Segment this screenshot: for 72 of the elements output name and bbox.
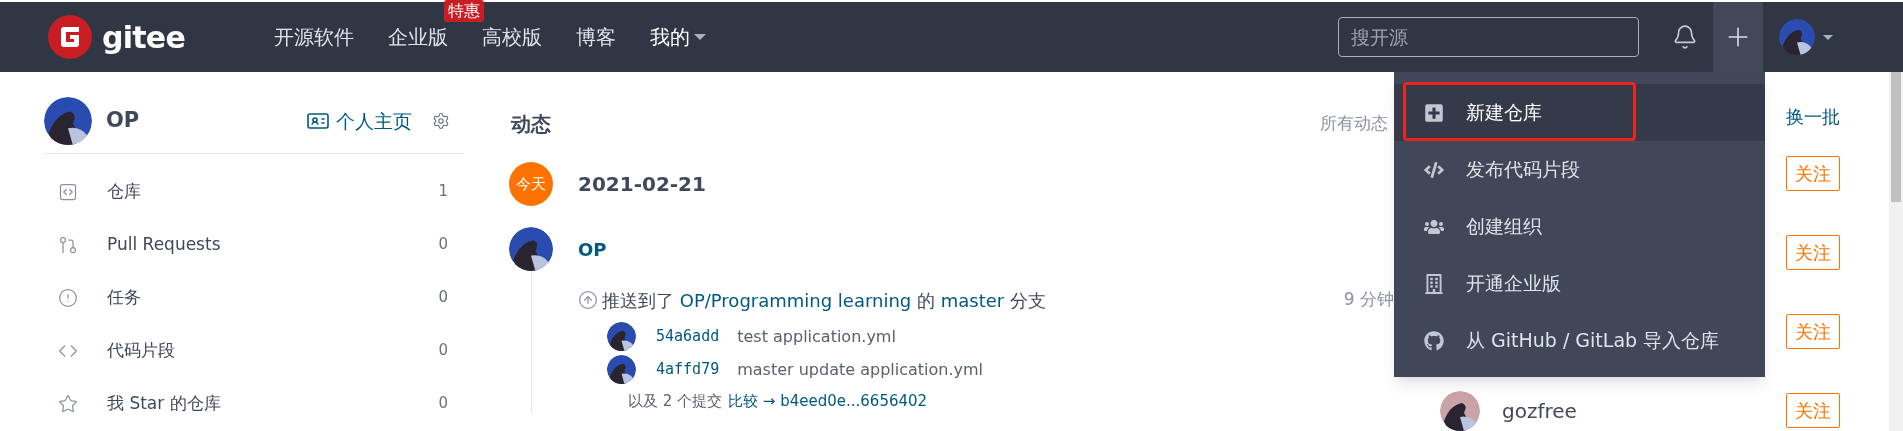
pull-request-icon (58, 234, 78, 255)
sidebar-item[interactable]: 代码片段 0 (44, 324, 464, 377)
sidebar-item-label: 代码片段 (107, 338, 175, 362)
commit-hash[interactable]: 4affd79 (656, 358, 720, 381)
badge: 特惠 (444, 0, 484, 22)
sidebar-item-label: 任务 (107, 285, 141, 309)
profile-link[interactable]: 个人主页 (306, 106, 412, 136)
sidebar-item-label: Pull Requests (107, 232, 221, 256)
search-field[interactable]: 搜开源 (1338, 17, 1639, 57)
user-link[interactable]: OP (578, 235, 607, 263)
star-icon (58, 393, 78, 414)
today-badge: 今天 (509, 162, 553, 206)
nav-link[interactable]: 企业版 (388, 22, 448, 52)
menu-item-label: 新建仓库 (1466, 100, 1542, 126)
menu-item-label: 开通企业版 (1466, 271, 1561, 297)
avatar (607, 322, 636, 351)
more-commits: 以及 2 个提交 (628, 391, 723, 412)
commit-message: master update application.yml (737, 358, 984, 381)
settings-icon[interactable] (432, 112, 450, 130)
sidebar-item-label: 我 Star 的仓库 (107, 391, 221, 415)
section-title: 动态 (511, 111, 551, 138)
sidebar-item-label: 仓库 (107, 179, 141, 203)
menu-item[interactable]: 开通企业版 (1394, 255, 1765, 312)
item-count: 1 (438, 181, 448, 203)
event-time: 9 分钟 (1343, 288, 1394, 312)
building-icon (1424, 273, 1444, 294)
avatar (44, 97, 92, 145)
sidebar-item[interactable]: 仓库 1 (44, 165, 464, 218)
menu-item[interactable]: 创建组织 (1394, 198, 1765, 255)
caret-icon (694, 34, 706, 40)
sidebar-item[interactable]: 任务 0 (44, 271, 464, 324)
repo-link[interactable]: OP/Programming learning (679, 289, 912, 311)
item-count: 0 (438, 287, 448, 309)
code-icon (58, 181, 78, 202)
menu-item-label: 发布代码片段 (1466, 157, 1580, 183)
menu-item-label: 创建组织 (1466, 214, 1542, 240)
scrollbar[interactable] (1889, 72, 1903, 431)
branch-link[interactable]: master (940, 289, 1005, 311)
avatar (1440, 390, 1480, 431)
push-summary: 推送到了 OP/Programming learning 的 master 分支 (602, 288, 1046, 313)
item-count: 0 (438, 393, 448, 415)
nav-link[interactable]: 博客 (576, 22, 616, 52)
user-menu-button[interactable] (1779, 19, 1833, 55)
menu-item-label: 从 GitHub / GitLab 导入仓库 (1466, 328, 1720, 354)
date-heading: 2021-02-21 (578, 171, 706, 198)
nav-link[interactable]: 高校版 (482, 22, 542, 52)
menu-item[interactable]: 发布代码片段 (1394, 141, 1765, 198)
menu-item[interactable]: 从 GitHub / GitLab 导入仓库 (1394, 312, 1765, 369)
bell-icon (1672, 24, 1698, 50)
nav-link[interactable]: 我的 (650, 22, 706, 52)
refresh-link[interactable]: 换一批 (1786, 96, 1840, 136)
compare-link[interactable]: 比较 → b4eed0e...6656402 (728, 390, 928, 413)
item-count: 0 (438, 234, 448, 256)
logo-text: gitee (102, 18, 186, 57)
avatar (607, 355, 636, 384)
avatar (1779, 19, 1815, 55)
sidebar-item[interactable]: Pull Requests 0 (44, 218, 464, 271)
user-link[interactable]: gozfree (1502, 395, 1577, 426)
commit-hash[interactable]: 54a6add (656, 325, 720, 348)
push-icon (578, 290, 598, 310)
user-name: OP (106, 107, 140, 135)
avatar (509, 227, 553, 271)
code-icon (1424, 159, 1444, 180)
nav-link[interactable]: 开源软件 (274, 22, 354, 52)
menu-item[interactable]: 新建仓库 (1394, 84, 1765, 141)
github-icon (1424, 330, 1444, 351)
commit-message: test application.yml (737, 325, 896, 348)
logo-icon (48, 15, 92, 59)
item-count: 0 (438, 340, 448, 362)
plus-icon (1424, 102, 1444, 123)
sidebar-item[interactable]: 我 Star 的仓库 0 (44, 377, 464, 430)
alert-icon (58, 287, 78, 308)
